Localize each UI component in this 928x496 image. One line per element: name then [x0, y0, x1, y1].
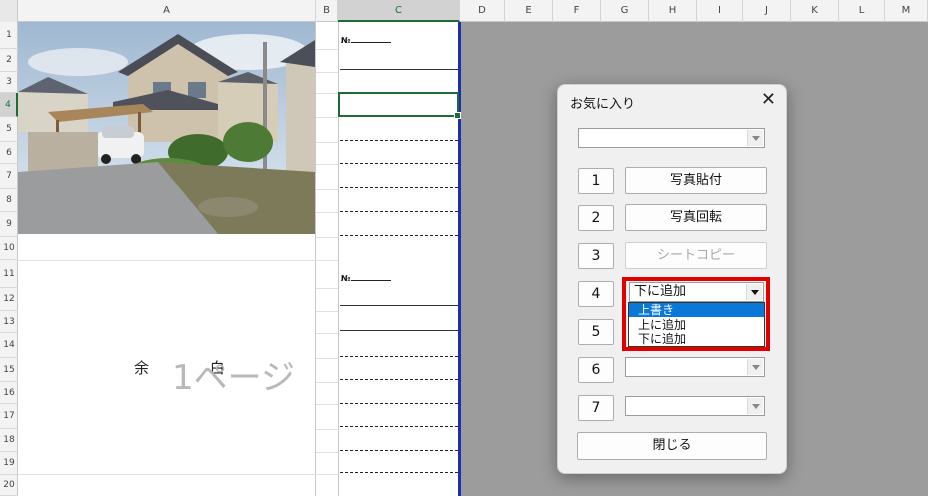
favorite-combo-6[interactable]: [625, 357, 765, 377]
column-header-i[interactable]: I: [697, 0, 743, 22]
grid-line: [316, 93, 338, 94]
select-all-corner[interactable]: [0, 0, 18, 22]
number-label-1: №: [341, 36, 391, 45]
grid-line: [18, 260, 338, 261]
column-header-g[interactable]: G: [601, 0, 649, 22]
column-header-a[interactable]: A: [18, 0, 316, 22]
row-header-9[interactable]: 9: [0, 212, 18, 237]
grid-line: [316, 164, 338, 165]
entry-line: [340, 330, 458, 331]
entry-line: [340, 69, 458, 70]
grid-line: [316, 358, 338, 359]
grid-line: [316, 49, 338, 50]
number-button-4[interactable]: 4: [578, 281, 614, 307]
row-header-5[interactable]: 5: [0, 117, 18, 142]
number-button-3[interactable]: 3: [578, 243, 614, 269]
row-header-12[interactable]: 12: [0, 288, 18, 311]
dialog-title: お気に入り: [570, 97, 636, 112]
dotted-entry-line: [340, 403, 458, 404]
grid-line: [18, 474, 338, 475]
grid-line: [316, 404, 338, 405]
grid-line: [316, 429, 338, 430]
excel-window: A B C D E F G H I J K L M 1 2 3 4 5 6 7 …: [0, 0, 928, 496]
column-header-e[interactable]: E: [505, 0, 553, 22]
column-header-c[interactable]: C: [338, 0, 460, 22]
row-header-19[interactable]: 19: [0, 452, 18, 475]
active-cell-c4[interactable]: [338, 92, 461, 119]
rotate-photo-button[interactable]: 写真回転: [625, 204, 767, 231]
row-header-4[interactable]: 4: [0, 93, 18, 117]
chevron-down-icon[interactable]: [747, 398, 763, 414]
house-photo-image: [18, 22, 315, 234]
column-header-k[interactable]: K: [791, 0, 839, 22]
dotted-entry-line: [340, 163, 458, 164]
dotted-entry-line: [340, 211, 458, 212]
row-header-14[interactable]: 14: [0, 333, 18, 358]
dotted-entry-line: [340, 379, 458, 380]
close-dialog-button[interactable]: 閉じる: [577, 432, 767, 460]
column-header-h[interactable]: H: [649, 0, 697, 22]
close-icon[interactable]: ✕: [761, 89, 776, 110]
grid-line: [316, 117, 338, 118]
grid-line: [316, 311, 338, 312]
grid-line: [316, 212, 338, 213]
dotted-entry-line: [340, 472, 458, 473]
number-button-6[interactable]: 6: [578, 357, 614, 383]
number-button-7[interactable]: 7: [578, 395, 614, 421]
page-watermark: 1ページ: [172, 358, 295, 398]
grid-line: [316, 237, 338, 238]
row-header-8[interactable]: 8: [0, 189, 18, 212]
column-header-f[interactable]: F: [553, 0, 601, 22]
grid-line: [316, 333, 338, 334]
grid-line: [316, 142, 338, 143]
favorites-top-combo[interactable]: [578, 128, 765, 148]
grid-line: [316, 72, 338, 73]
column-header-d[interactable]: D: [460, 0, 505, 22]
row-header-18[interactable]: 18: [0, 429, 18, 452]
row-header-16[interactable]: 16: [0, 382, 18, 404]
grid-line: [316, 452, 338, 453]
row-header-3[interactable]: 3: [0, 72, 18, 93]
grid-line: [316, 189, 338, 190]
column-header-b[interactable]: B: [316, 0, 338, 22]
dotted-entry-line: [340, 140, 458, 141]
row-header-17[interactable]: 17: [0, 404, 18, 429]
number-button-5[interactable]: 5: [578, 319, 614, 345]
grid-line: [316, 288, 338, 289]
dotted-entry-line: [340, 356, 458, 357]
number-button-2[interactable]: 2: [578, 205, 614, 231]
dotted-entry-line: [340, 235, 458, 236]
row-header-6[interactable]: 6: [0, 142, 18, 164]
column-header-m[interactable]: M: [885, 0, 928, 22]
row-header-bar: 1 2 3 4 5 6 7 8 9 10 11 12 13 14 15 16 1…: [0, 22, 18, 496]
chevron-down-icon[interactable]: [747, 130, 763, 146]
number-label-2: №: [341, 274, 391, 283]
row-header-20[interactable]: 20: [0, 475, 18, 496]
sheet-copy-button[interactable]: シートコピー: [625, 242, 767, 269]
chevron-down-icon[interactable]: [747, 359, 763, 375]
column-header-l[interactable]: L: [839, 0, 885, 22]
dotted-entry-line: [340, 450, 458, 451]
entry-line: [340, 305, 458, 306]
dotted-entry-line: [340, 187, 458, 188]
row-header-10[interactable]: 10: [0, 237, 18, 260]
dotted-entry-line: [340, 426, 458, 427]
column-header-j[interactable]: J: [743, 0, 791, 22]
row-header-13[interactable]: 13: [0, 311, 18, 333]
highlight-box: [622, 277, 770, 351]
column-header-bar: A B C D E F G H I J K L M: [0, 0, 928, 22]
paste-photo-button[interactable]: 写真貼付: [625, 167, 767, 194]
row-header-1[interactable]: 1: [0, 22, 18, 49]
favorite-combo-7[interactable]: [625, 396, 765, 416]
house-photo[interactable]: [18, 22, 315, 234]
row-header-15[interactable]: 15: [0, 358, 18, 382]
number-button-1[interactable]: 1: [578, 168, 614, 194]
row-header-11[interactable]: 11: [0, 260, 18, 288]
grid-line: [316, 382, 338, 383]
row-header-2[interactable]: 2: [0, 49, 18, 72]
row-header-7[interactable]: 7: [0, 164, 18, 189]
